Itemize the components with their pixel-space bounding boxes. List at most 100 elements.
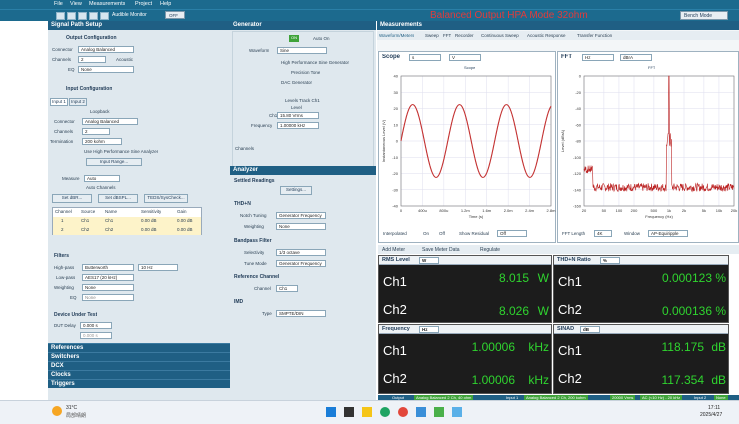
fft-y-select[interactable]: dBrA [620,54,652,61]
app2-icon[interactable] [452,407,462,417]
generator-on-toggle[interactable]: ON [289,35,299,42]
settings-button[interactable]: Settings... [280,186,312,195]
wechat-icon[interactable] [434,407,444,417]
menu-project[interactable]: Project [135,1,152,7]
tab-input-2[interactable]: Input 2 [69,98,87,106]
speaker-icon[interactable] [100,12,109,20]
selectivity-select[interactable]: 1/3 octave [276,249,326,256]
eq2-select[interactable]: None [82,294,134,301]
menu-view[interactable]: View [70,1,82,7]
lowpass-select[interactable]: AES17 (20 kHz) [82,274,134,281]
scope-x-select[interactable]: s [409,54,441,61]
new-icon[interactable] [56,12,65,20]
weather-icon[interactable] [52,406,62,416]
accordion-dcx[interactable]: DCX [48,361,230,370]
hp-sine-checkbox[interactable]: Use High Performance Sine Analyzer [84,149,158,154]
accordion-switchers[interactable]: Switchers [48,352,230,361]
y-tick-label: 10 [394,122,399,127]
tab-fft[interactable]: FFT [443,33,451,38]
hp-sine-radio[interactable]: High Performance Sine Generator [281,60,349,65]
save-icon[interactable] [78,12,87,20]
measure-select[interactable]: Auto [84,175,120,182]
chrome-icon[interactable] [398,407,408,417]
waveform-select[interactable]: Sine [277,47,327,54]
channel-label: Channel [254,286,271,291]
input-range-button[interactable]: Input Range... [86,158,142,166]
start-icon[interactable] [326,407,336,417]
edge-icon[interactable] [380,407,390,417]
imd-type-select[interactable]: SMPTE/DIN [276,310,326,317]
highpass-select[interactable]: Butterworth [82,264,134,271]
acoustic-checkbox[interactable]: Acoustic [116,57,133,62]
precision-tone-checkbox[interactable]: Precision Tone [291,70,320,75]
accordion-triggers[interactable]: Triggers [48,379,230,388]
channel-select[interactable]: Ch1 [276,285,298,292]
set-dbspl-button[interactable]: Set dBSPL... [98,194,138,203]
set-dbr-button[interactable]: Set dBR... [52,194,92,203]
measurements-title: Measurements [377,21,739,30]
channels-stepper[interactable]: 2 [78,56,106,63]
dut-delay-input[interactable]: 0.000 s [80,322,112,329]
table-row[interactable]: 1 Ch1 Ch1 0.00 dB 0.00 dB [53,217,201,226]
connector-select[interactable]: Analog Balanced [78,46,134,53]
window-select[interactable]: AP-Equiripple [648,230,688,237]
tab-transfer-function[interactable]: Transfer Function [577,33,612,38]
weighting-select[interactable]: None [82,284,134,291]
tune-mode-select[interactable]: Generator Frequency [276,260,326,267]
file-explorer-icon[interactable] [362,407,372,417]
interp-on-radio[interactable]: On [423,231,429,236]
tab-recorder[interactable]: Recorder [455,33,474,38]
y-axis-label: Instantaneous Level (V) [381,119,386,162]
menu-help[interactable]: Help [160,1,171,7]
levels-track-checkbox[interactable]: Levels Track Ch1 [285,98,320,103]
notch-tuning-select[interactable]: Generator Frequency [276,212,326,219]
regulate-button[interactable]: Regulate [480,247,500,253]
termination-select[interactable]: 200 kohm [82,138,122,145]
tab-input-1[interactable]: Input 1 [50,98,68,106]
accordion-clocks[interactable]: Clocks [48,370,230,379]
app-icon[interactable] [416,407,426,417]
dac-gen-radio[interactable]: DAC Generator [281,80,312,85]
eq-select[interactable]: None [78,66,134,73]
fft-x-select[interactable]: Hz [582,54,614,61]
highpass-freq-input[interactable]: 10 Hz [138,264,178,271]
y-tick-label: 20 [394,106,399,111]
in-connector-select[interactable]: Analog Balanced [82,118,138,125]
in-channels-stepper[interactable]: 2 [82,128,110,135]
dut-delay-input-2[interactable]: 0.000 s [80,332,112,339]
loopback-checkbox[interactable]: Loopback [90,109,110,114]
accordion-references[interactable]: References [48,343,230,352]
tab-sweep[interactable]: Sweep [425,33,439,38]
menu-file[interactable]: File [54,1,63,7]
bench-mode-select[interactable]: Bench Mode [680,11,728,20]
auto-on-checkbox[interactable]: Auto On [313,36,330,41]
meter-unit-select[interactable]: dB [580,326,600,333]
y-tick-label: -160 [573,204,582,209]
signal-path-panel: Signal Path Setup Output Configuration C… [48,21,230,350]
open-icon[interactable] [67,12,76,20]
y-tick-label: -30 [392,187,399,192]
tab-waveform-meters[interactable]: Waveform/Meters [379,33,414,38]
audible-monitor-toggle[interactable]: OFF [165,11,185,19]
meter-unit-select[interactable]: Hz [419,326,439,333]
teds-button[interactable]: TEDS/SysCheck... [144,194,188,203]
auto-channels-checkbox[interactable]: Auto Channels [86,185,116,190]
task-view-icon[interactable] [344,407,354,417]
ch1-level-input[interactable]: 15.80 Vrms [277,112,319,119]
frequency-input[interactable]: 1.00000 kHz [277,122,319,129]
tab-acoustic-response[interactable]: Acoustic Response [527,33,566,38]
save-meter-data-button[interactable]: Save Meter Data [422,247,460,253]
scope-y-select[interactable]: V [449,54,481,61]
table-row[interactable]: 2 Ch2 Ch2 0.00 dB 0.00 dB [53,226,201,235]
eq-label: EQ [68,67,75,72]
residual-select[interactable]: Off [497,230,527,237]
interp-off-radio[interactable]: Off [439,231,445,236]
an-weighting-select[interactable]: None [276,223,326,230]
meter-unit-select[interactable]: % [600,257,620,264]
settings-icon[interactable] [89,12,98,20]
menu-measurements[interactable]: Measurements [89,1,125,7]
fft-length-select[interactable]: 4K [594,230,612,237]
add-meter-button[interactable]: Add Meter [382,247,405,253]
meter-unit-select[interactable]: W [419,257,439,264]
tab-continuous-sweep[interactable]: Continuous Sweep [481,33,519,38]
